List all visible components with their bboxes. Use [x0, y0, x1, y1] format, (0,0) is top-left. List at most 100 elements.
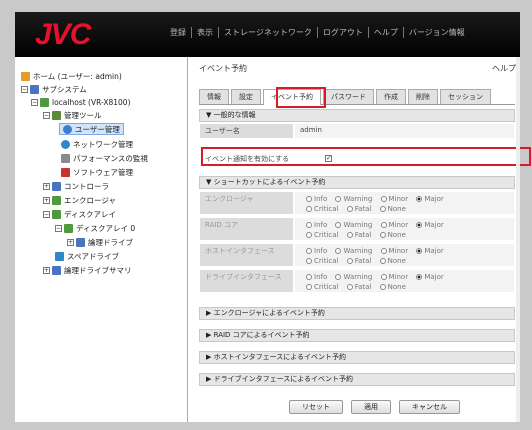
radio-none[interactable]: [379, 232, 386, 238]
tree-item-enclosure[interactable]: + エンクロージャ: [43, 194, 116, 206]
radio-minor[interactable]: [380, 248, 387, 254]
shortcut-header[interactable]: ▼ ショートカットによるイベント予約: [199, 176, 515, 189]
controller-icon: [52, 181, 61, 191]
tree-item-logical-drive[interactable]: + 論理ドライブ: [67, 236, 133, 248]
collapse-icon[interactable]: −: [31, 98, 38, 106]
network-icon: [61, 139, 70, 149]
chart-icon: [61, 153, 70, 163]
radio-fatal[interactable]: [346, 258, 353, 264]
page-title: イベント予約: [199, 64, 247, 73]
shortcut-row-enclosure: エンクロージャ Info Warning Minor Major Critica…: [199, 191, 515, 215]
collapse-icon[interactable]: −: [43, 111, 50, 119]
general-info-header[interactable]: ▼ 一般的な情報: [199, 109, 515, 122]
expand-icon[interactable]: +: [67, 238, 74, 246]
collapse-arrow-icon: ▼: [206, 178, 214, 186]
tree-item-home[interactable]: ホーム (ユーザー: admin): [21, 70, 122, 82]
severity-radio-group: Info Warning Minor Major Critical Fatal …: [294, 243, 515, 267]
severity-radio-group: Info Warning Minor Major Critical Fatal …: [294, 191, 515, 215]
tree-item-disk-array[interactable]: − ディスクアレイ: [43, 208, 116, 220]
expand-icon[interactable]: +: [43, 182, 50, 190]
home-icon: [21, 71, 30, 81]
tree-item-subsystem[interactable]: − サブシステム: [21, 83, 87, 95]
shortcut-row-raid-core: RAID コア Info Warning Minor Major Critica…: [199, 217, 515, 241]
shortcut-row-label: ホストインタフェース: [199, 243, 294, 267]
tools-icon: [52, 110, 61, 120]
username-value: admin: [294, 123, 515, 139]
radio-warning[interactable]: [335, 222, 342, 228]
radio-none[interactable]: [379, 258, 386, 264]
tree-item-software[interactable]: ソフトウェア管理: [61, 166, 133, 178]
shortcut-row-label: RAID コア: [199, 217, 294, 241]
expand-icon[interactable]: +: [43, 196, 50, 204]
tree-item-network-management[interactable]: ネットワーク管理: [61, 138, 133, 150]
menu-logout[interactable]: ログアウト: [316, 27, 368, 38]
radio-warning[interactable]: [335, 274, 342, 280]
tab-info[interactable]: 情報: [199, 89, 229, 104]
expand-arrow-icon: ▶: [206, 375, 214, 383]
radio-minor[interactable]: [380, 196, 387, 202]
menu-storage-network[interactable]: ストレージネットワーク: [218, 27, 317, 38]
section-host-interface-events[interactable]: ▶ ホストインタフェースによるイベント予約: [199, 351, 515, 364]
menu-view[interactable]: 表示: [191, 27, 218, 38]
content-panel: イベント予約 ヘルプ 情報 設定 イベント予約 パスワード 作成 削除 セッショ…: [189, 57, 531, 422]
spare-drive-icon: [55, 251, 64, 261]
radio-major[interactable]: [416, 222, 423, 228]
radio-critical[interactable]: [306, 232, 312, 238]
tab-session[interactable]: セッション: [440, 89, 491, 104]
tree-item-spare-drive[interactable]: スペアドライブ: [55, 250, 119, 262]
tree-item-disk-array-0[interactable]: − ディスクアレイ 0: [55, 222, 135, 234]
menu-version-info[interactable]: バージョン情報: [402, 27, 470, 38]
severity-radio-group: Info Warning Minor Major Critical Fatal …: [294, 269, 515, 293]
radio-fatal[interactable]: [346, 206, 353, 212]
collapse-icon[interactable]: −: [43, 210, 50, 218]
radio-warning[interactable]: [335, 248, 342, 254]
section-drive-interface-events[interactable]: ▶ ドライブインタフェースによるイベント予約: [199, 373, 515, 386]
expand-icon[interactable]: +: [43, 266, 50, 274]
tab-password[interactable]: パスワード: [323, 89, 374, 104]
apply-button[interactable]: 適用: [351, 400, 391, 414]
jvc-logo: JVC: [35, 18, 91, 51]
radio-info[interactable]: [306, 222, 312, 228]
menu-help[interactable]: ヘルプ: [367, 27, 403, 38]
reset-button[interactable]: リセット: [289, 400, 343, 414]
help-link[interactable]: ヘルプ: [492, 63, 516, 74]
tree-item-controller[interactable]: + コントローラ: [43, 180, 109, 192]
radio-critical[interactable]: [306, 258, 312, 264]
radio-none[interactable]: [379, 284, 386, 290]
user-icon: [63, 124, 72, 134]
tree-item-logical-drive-summary[interactable]: + 論理ドライブサマリ: [43, 264, 132, 276]
radio-info[interactable]: [306, 248, 312, 254]
tab-create[interactable]: 作成: [376, 89, 406, 104]
radio-none[interactable]: [379, 206, 386, 212]
radio-info[interactable]: [306, 274, 312, 280]
radio-critical[interactable]: [306, 284, 312, 290]
section-raid-core-events[interactable]: ▶ RAID コアによるイベント予約: [199, 329, 515, 342]
radio-critical[interactable]: [306, 206, 312, 212]
radio-info[interactable]: [306, 196, 312, 202]
tree-item-performance[interactable]: パフォーマンスの監視: [61, 152, 148, 164]
app-window: JVC 登録 表示 ストレージネットワーク ログアウト ヘルプ バージョン情報 …: [0, 0, 532, 430]
header-bar: JVC 登録 表示 ストレージネットワーク ログアウト ヘルプ バージョン情報: [15, 12, 520, 57]
tree-item-user-management[interactable]: ユーザー管理: [59, 123, 124, 135]
shortcut-row-label: エンクロージャ: [199, 191, 294, 215]
section-enclosure-events[interactable]: ▶ エンクロージャによるイベント予約: [199, 307, 515, 320]
tree-item-localhost[interactable]: − localhost (VR-X8100): [31, 96, 131, 108]
collapse-icon[interactable]: −: [55, 224, 62, 232]
radio-fatal[interactable]: [346, 232, 353, 238]
tab-bar: 情報 設定 イベント予約 パスワード 作成 削除 セッション: [199, 89, 515, 105]
tab-settings[interactable]: 設定: [231, 89, 261, 104]
radio-fatal[interactable]: [346, 284, 353, 290]
radio-major[interactable]: [416, 274, 423, 280]
tree-item-admin-tools[interactable]: − 管理ツール: [43, 109, 102, 121]
action-buttons: リセット 適用 キャンセル: [289, 400, 468, 414]
radio-minor[interactable]: [380, 274, 387, 280]
cancel-button[interactable]: キャンセル: [399, 400, 460, 414]
radio-minor[interactable]: [380, 222, 387, 228]
collapse-icon[interactable]: −: [21, 85, 28, 93]
radio-major[interactable]: [416, 196, 423, 202]
radio-warning[interactable]: [335, 196, 342, 202]
scrollbar[interactable]: [516, 57, 520, 422]
tab-delete[interactable]: 削除: [408, 89, 438, 104]
radio-major[interactable]: [416, 248, 423, 254]
menu-register[interactable]: 登録: [165, 27, 191, 38]
